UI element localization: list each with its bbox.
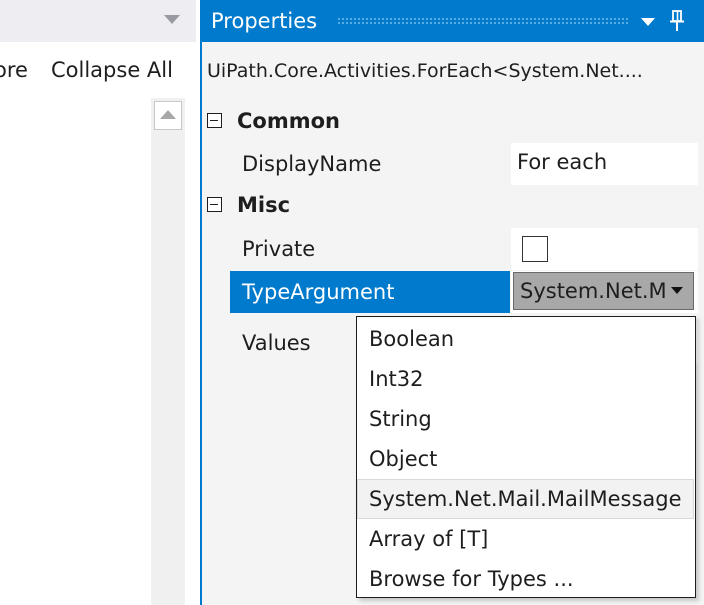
property-name: TypeArgument (242, 280, 395, 304)
typeargument-value-cell: System.Net.Mail.MailMessage (511, 271, 698, 313)
property-name-cell: DisplayName (230, 143, 510, 185)
option-string[interactable]: String (358, 400, 693, 438)
combobox-selected-value: System.Net.Mail.MailMessage (520, 279, 666, 303)
expand-more-link[interactable]: ore (0, 58, 28, 82)
option-mailmessage[interactable]: System.Net.Mail.MailMessage (357, 479, 694, 519)
property-name: Values (242, 331, 311, 355)
property-name-cell: Private (230, 228, 510, 270)
arrow-up-icon (160, 110, 176, 119)
property-value: For each (517, 150, 608, 174)
properties-frame-border (200, 42, 202, 605)
collapse-misc-icon[interactable] (207, 197, 222, 212)
option-label: Array of [T] (369, 527, 489, 551)
option-boolean[interactable]: Boolean (358, 320, 693, 358)
property-name: Private (242, 237, 316, 261)
option-int32[interactable]: Int32 (358, 360, 693, 398)
collapse-common-icon[interactable] (207, 113, 222, 128)
property-name-cell: TypeArgument (230, 271, 510, 313)
window-position-dropdown-icon[interactable] (641, 18, 655, 26)
option-object[interactable]: Object (358, 440, 693, 478)
scroll-up-button[interactable] (154, 101, 182, 130)
category-misc: Misc (202, 187, 698, 227)
option-label: System.Net.Mail.MailMessage (369, 487, 682, 511)
property-row-displayname[interactable]: DisplayName For each (230, 143, 698, 186)
chevron-down-icon[interactable] (164, 15, 180, 24)
option-label: Object (369, 447, 438, 471)
option-label: Browse for Types ... (369, 567, 574, 591)
typeargument-dropdown-list: Boolean Int32 String Object System.Net.M… (356, 316, 696, 598)
option-label: String (369, 407, 432, 431)
studio-window: ore Collapse All Properties UiPath.Core.… (0, 0, 704, 605)
category-common: Common (202, 103, 698, 143)
outline-pane: ore Collapse All (0, 0, 196, 605)
option-array-of-t[interactable]: Array of [T] (358, 520, 693, 558)
outline-pane-header (0, 0, 196, 42)
dropdown-arrow-icon[interactable] (671, 287, 683, 294)
option-label: Int32 (369, 367, 424, 391)
option-label: Boolean (369, 327, 455, 351)
activity-type-label: UiPath.Core.Activities.ForEach<System.Ne… (207, 60, 643, 82)
properties-title: Properties (211, 9, 318, 33)
property-row-typeargument[interactable]: TypeArgument System.Net.Mail.MailMessage (230, 271, 698, 314)
category-label: Misc (237, 193, 291, 217)
drag-grip[interactable] (337, 17, 629, 25)
property-row-private[interactable]: Private (230, 228, 698, 271)
outline-scrollbar[interactable] (151, 98, 185, 605)
properties-titlebar[interactable]: Properties (200, 0, 704, 42)
typeargument-combobox[interactable]: System.Net.Mail.MailMessage (513, 272, 694, 310)
private-value-cell (511, 228, 698, 270)
collapse-all-button[interactable]: Collapse All (51, 58, 173, 82)
pin-icon[interactable] (670, 9, 684, 33)
outline-toolbar: ore Collapse All (0, 42, 196, 98)
property-name: DisplayName (242, 152, 382, 176)
displayname-value-field[interactable]: For each (511, 143, 698, 185)
category-label: Common (237, 109, 340, 133)
option-browse-for-types[interactable]: Browse for Types ... (358, 560, 693, 598)
private-checkbox[interactable] (522, 236, 548, 262)
